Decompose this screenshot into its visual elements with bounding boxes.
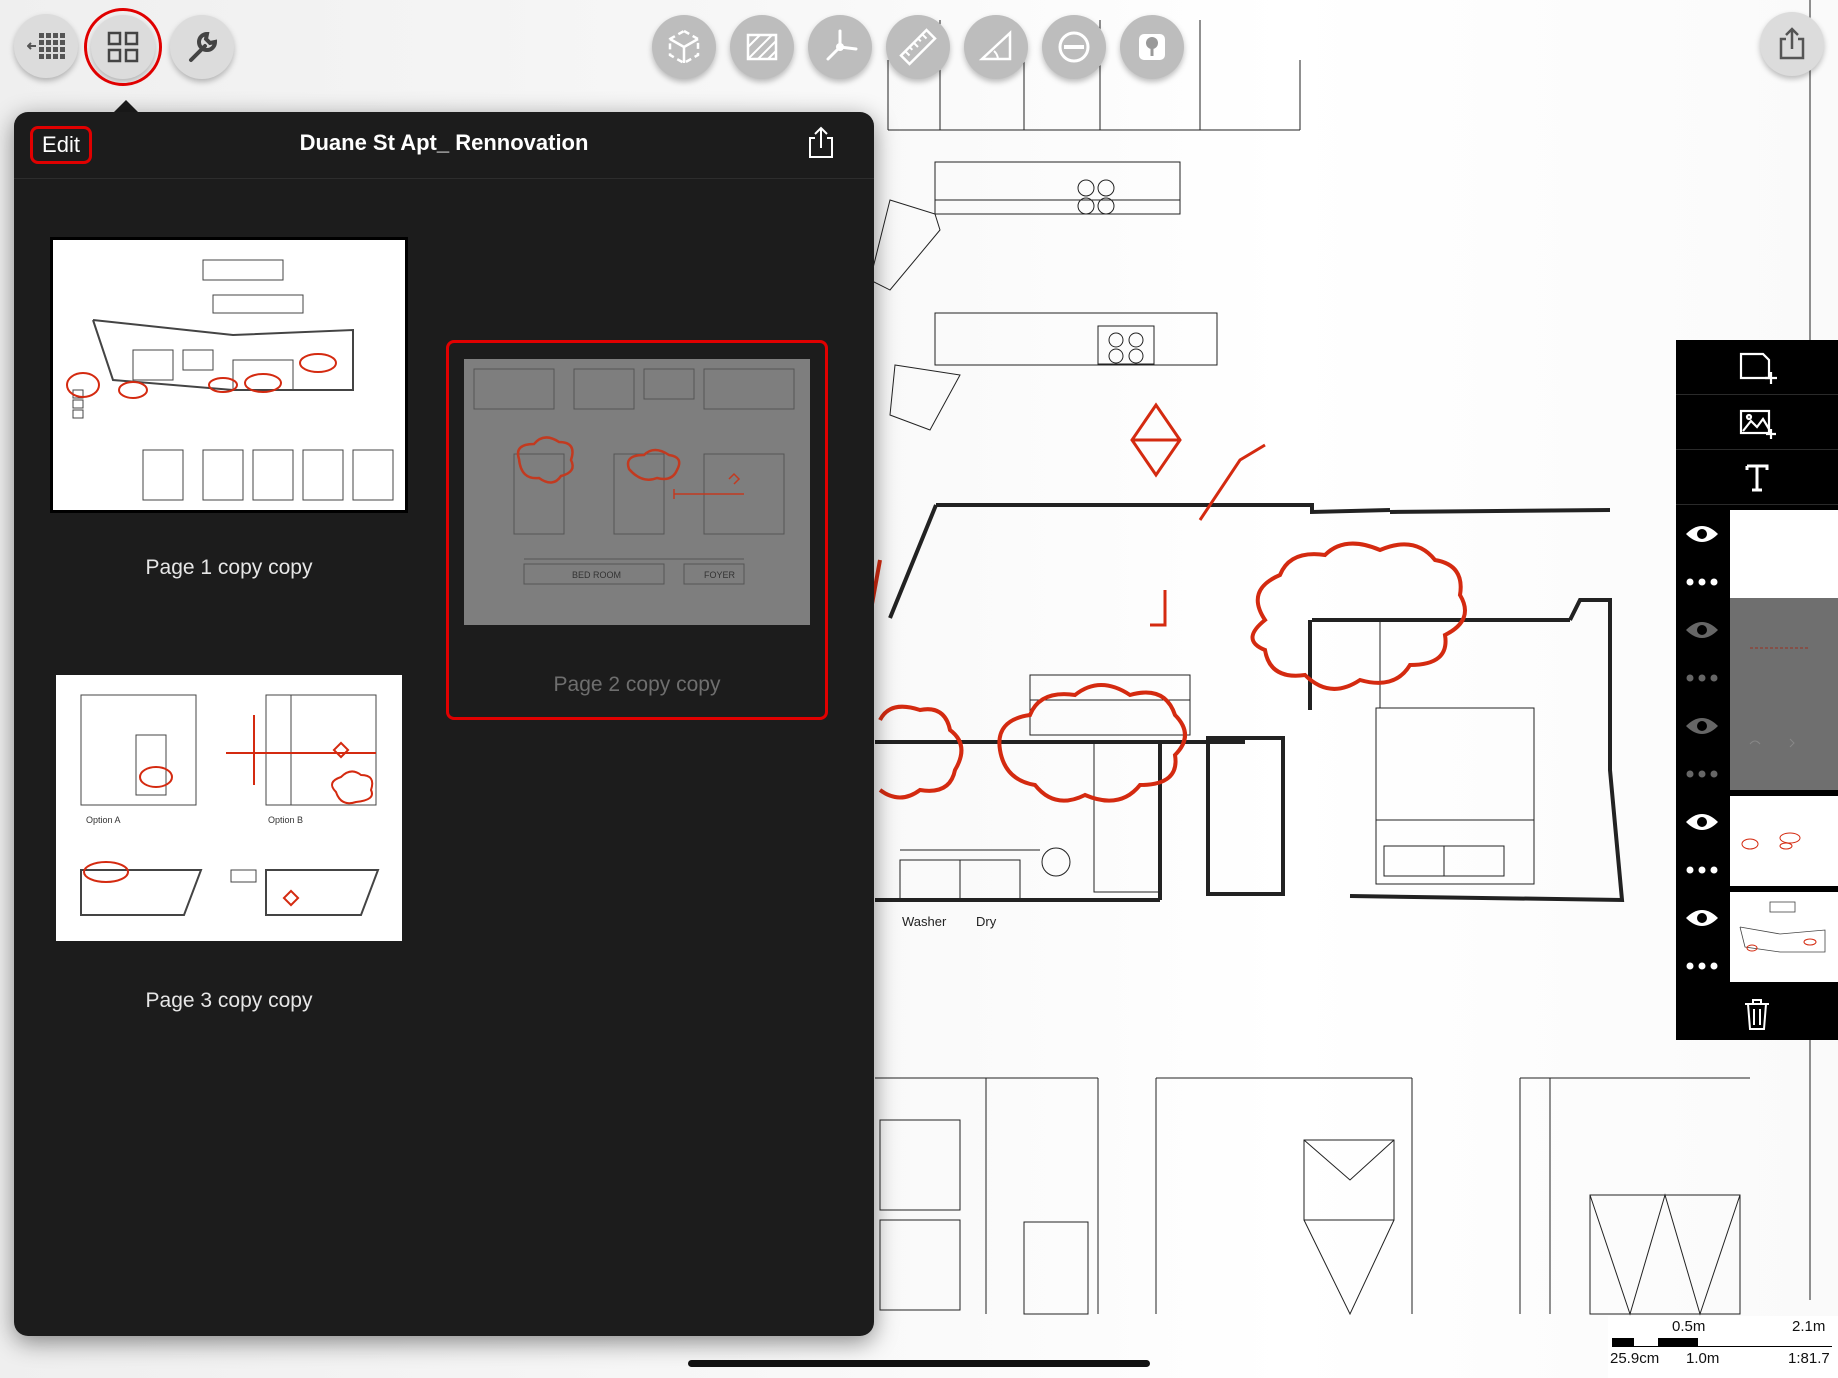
- foyer-label: FOYER: [704, 570, 736, 580]
- text-icon: [1745, 464, 1769, 492]
- scale-left-bottom: 25.9cm: [1610, 1350, 1660, 1367]
- document-title: Duane St Apt_ Rennovation: [299, 130, 589, 155]
- page-1-thumbnail[interactable]: [50, 237, 408, 513]
- fan-icon: [826, 29, 858, 61]
- layer-3-controls: [1676, 698, 1730, 794]
- page-2-thumbnail[interactable]: BED ROOM FOYER: [464, 359, 810, 625]
- circle-minus-icon: [1058, 31, 1090, 63]
- layer-2-thumbnail[interactable]: [1730, 598, 1838, 694]
- share-button[interactable]: [1760, 12, 1824, 76]
- add-page-button[interactable]: [1676, 340, 1838, 395]
- page-3-preview: Option A Option B: [80, 694, 380, 916]
- layer-1-thumbnail[interactable]: [1730, 510, 1838, 598]
- bed-room-label: BED ROOM: [572, 570, 621, 580]
- option-a-label: Option A: [86, 815, 121, 825]
- scale-segment: [1658, 1338, 1698, 1346]
- hatch-icon: [746, 33, 778, 61]
- angle-tool-button[interactable]: [964, 15, 1028, 79]
- layer-2-controls: [1676, 602, 1730, 698]
- share-icon: [1779, 27, 1805, 60]
- back-grid-icon: [27, 33, 65, 59]
- home-indicator[interactable]: [688, 1360, 1150, 1367]
- eye-icon[interactable]: [1686, 526, 1718, 542]
- ruler-tool-button[interactable]: [886, 15, 950, 79]
- dry-label: Dry: [976, 914, 997, 929]
- layer-5-thumbnail[interactable]: [1730, 892, 1838, 982]
- settings-button[interactable]: [170, 15, 234, 79]
- wrench-icon: [189, 31, 218, 62]
- eye-icon[interactable]: [1686, 622, 1718, 638]
- ruler-icon: [899, 28, 937, 66]
- more-icon[interactable]: [1686, 866, 1718, 874]
- page-2-selection[interactable]: BED ROOM FOYER Page 2 copy copy: [446, 340, 828, 720]
- scale-mid-top: 0.5m: [1672, 1318, 1706, 1335]
- eye-icon[interactable]: [1686, 718, 1718, 734]
- tree-tool-button[interactable]: [1120, 15, 1184, 79]
- pages-popover: Edit Duane St Apt_ Rennovation Page 1 co…: [14, 112, 874, 1336]
- tree-icon: [1139, 34, 1165, 60]
- cube-icon: [668, 29, 700, 65]
- popover-header: Edit Duane St Apt_ Rennovation: [14, 112, 874, 179]
- scale-mid-bottom: 1.0m: [1686, 1350, 1720, 1367]
- layers-panel: [1676, 340, 1838, 1040]
- pages-button-highlight: [84, 8, 162, 86]
- more-icon[interactable]: [1686, 962, 1718, 970]
- page-1-label: Page 1 copy copy: [145, 556, 313, 579]
- more-icon[interactable]: [1686, 578, 1718, 586]
- scale-baseline: [1612, 1346, 1832, 1347]
- angle-icon: [978, 30, 1012, 61]
- more-icon[interactable]: [1686, 770, 1718, 778]
- layer-3-thumbnail[interactable]: [1730, 694, 1838, 790]
- add-image-icon: [1739, 409, 1776, 439]
- scale-bar: 0.5m 2.1m 25.9cm 1.0m 1:81.7: [1608, 1316, 1838, 1378]
- washer-label: Washer: [902, 914, 947, 929]
- scale-segment: [1612, 1338, 1634, 1346]
- cube-tool-button[interactable]: [652, 15, 716, 79]
- add-image-button[interactable]: [1676, 395, 1838, 450]
- page-2-preview: BED ROOM FOYER: [473, 368, 795, 585]
- page-2-label: Page 2 copy copy: [553, 673, 721, 696]
- fan-tool-button[interactable]: [808, 15, 872, 79]
- layer-4-controls: [1676, 794, 1730, 890]
- scale-ratio: 1:81.7: [1788, 1350, 1830, 1367]
- more-icon[interactable]: [1686, 674, 1718, 682]
- add-page-icon: [1739, 352, 1777, 384]
- eye-icon[interactable]: [1686, 814, 1718, 830]
- layer-5-controls: [1676, 890, 1730, 986]
- layer-4-thumbnail[interactable]: [1730, 796, 1838, 886]
- layer-1-controls: [1676, 506, 1730, 602]
- popover-share-button[interactable]: [806, 126, 836, 165]
- option-b-label: Option B: [268, 815, 303, 825]
- eye-icon[interactable]: [1686, 910, 1718, 926]
- page-3-thumbnail[interactable]: Option A Option B: [56, 675, 402, 941]
- scale-right-top: 2.1m: [1792, 1318, 1826, 1335]
- page-1-preview: [66, 259, 394, 501]
- circle-tool-button[interactable]: [1042, 15, 1106, 79]
- back-grid-button[interactable]: [14, 14, 78, 78]
- share-icon: [809, 126, 833, 158]
- delete-button[interactable]: [1676, 988, 1838, 1040]
- add-text-button[interactable]: [1676, 450, 1838, 505]
- page-3-label: Page 3 copy copy: [145, 989, 313, 1012]
- trash-icon: [1745, 999, 1769, 1030]
- hatch-tool-button[interactable]: [730, 15, 794, 79]
